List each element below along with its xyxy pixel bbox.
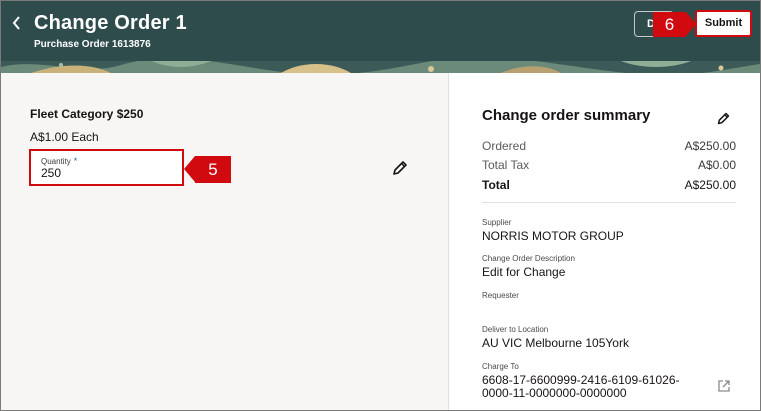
item-price: A$1.00 Each [30,130,99,144]
supplier-label: Supplier [482,218,512,227]
summary-row-ordered: Ordered A$250.00 [482,139,736,153]
edit-summary-button[interactable] [716,111,731,126]
summary-row-tax: Total Tax A$0.00 [482,158,736,172]
app-frame: Change Order 1 Purchase Order 1613876 D … [0,0,761,411]
external-link-icon [718,380,730,392]
required-mark: * [73,156,78,166]
submit-button[interactable]: Submit [695,10,752,37]
charge-label: Charge To [482,362,519,371]
back-button[interactable] [7,12,27,34]
edit-line-button[interactable] [391,159,409,177]
header-decorative-pattern [1,61,760,73]
quantity-field[interactable]: Quantity * [29,149,184,186]
page-subtitle: Purchase Order 1613876 [34,39,151,50]
line-item-panel: Fleet Category $250 A$1.00 Each Quantity… [1,73,447,410]
total-value: A$250.00 [684,178,736,192]
open-charge-account-button[interactable] [717,379,731,393]
pencil-icon [393,161,407,175]
charge-account: 6608-17-6600999-2416-6109-61026- 0000-11… [482,373,680,400]
pencil-icon [717,112,730,125]
step-callout-5: 5 [184,156,231,183]
requester-label: Requester [482,291,519,300]
deliver-value: AU VIC Melbourne 105York [482,336,629,350]
chevron-left-icon [12,16,20,30]
supplier-value: NORRIS MOTOR GROUP [482,229,624,243]
step-callout-6: 6 [653,12,696,37]
quantity-input[interactable] [41,166,161,180]
description-label: Change Order Description [482,254,575,263]
page-header: Change Order 1 Purchase Order 1613876 D … [1,1,760,73]
quantity-label: Quantity * [41,156,78,166]
deliver-label: Deliver to Location [482,325,549,334]
tax-value: A$0.00 [697,158,736,172]
summary-title: Change order summary [482,107,651,124]
summary-panel: Change order summary Ordered A$250.00 To… [448,73,760,410]
ordered-value: A$250.00 [684,139,736,153]
summary-row-total: Total A$250.00 [482,178,736,192]
item-name: Fleet Category $250 [30,107,144,121]
summary-divider [482,202,736,203]
page-title: Change Order 1 [34,12,187,34]
description-value: Edit for Change [482,265,566,279]
